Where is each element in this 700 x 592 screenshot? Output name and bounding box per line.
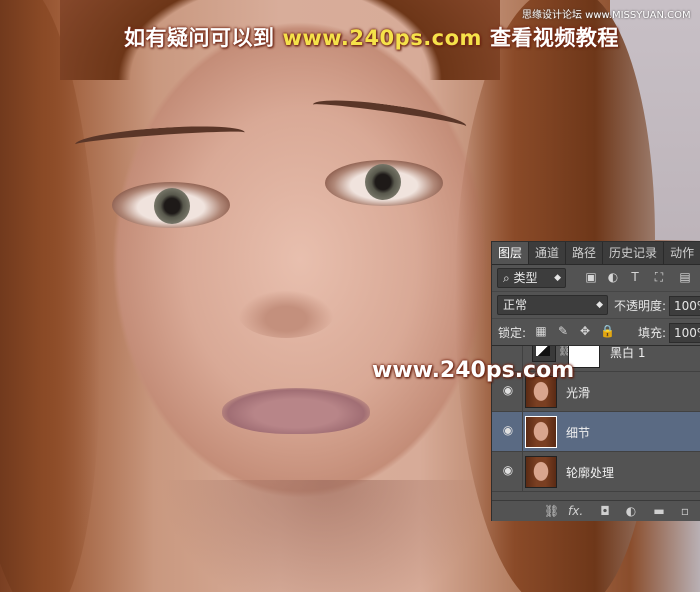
image-filter-icon[interactable]: ▣ xyxy=(584,270,598,284)
eye-icon: ◉ xyxy=(502,423,514,437)
tab-history[interactable]: 历史记录 xyxy=(603,242,665,264)
adjustment-icon[interactable]: ◐ xyxy=(624,504,638,518)
filter-kind-select[interactable]: ⌕ 类型 ◆ xyxy=(497,268,566,288)
adjustment-filter-icon[interactable]: ◐ xyxy=(606,270,620,284)
lock-transparent-icon[interactable]: ▦ xyxy=(534,324,548,338)
layer-row[interactable]: ◉ 轮廓处理 xyxy=(492,452,700,492)
layer-name: 细节 xyxy=(566,426,591,440)
smart-object-filter-icon[interactable]: ▤ xyxy=(678,270,692,284)
opacity-field[interactable]: 100% xyxy=(669,296,700,316)
chevron-updown-icon: ◆ xyxy=(596,300,603,310)
filter-row: ⌕ 类型 ◆ ▣ ◐ T ⛶ ▤ xyxy=(492,265,700,291)
layer-row-selected[interactable]: ◉ 细节 xyxy=(492,412,700,452)
lock-move-icon[interactable]: ✥ xyxy=(578,324,592,338)
lock-label: 锁定: xyxy=(498,326,527,340)
layer-thumbnail xyxy=(525,456,557,488)
lock-all-icon[interactable]: 🔒 xyxy=(600,324,615,338)
chin-shadow xyxy=(160,480,490,592)
lock-brush-icon[interactable]: ✎ xyxy=(556,324,570,338)
layer-name: 轮廓处理 xyxy=(566,466,615,480)
layer-thumbnail xyxy=(525,416,557,448)
layer-name: 光滑 xyxy=(566,386,591,400)
visibility-toggle[interactable]: ◉ xyxy=(492,412,523,451)
layer-name: 黑白 1 xyxy=(610,346,646,360)
search-icon: ⌕ xyxy=(503,271,514,285)
tab-layers[interactable]: 图层 xyxy=(492,242,530,264)
filter-kind-value: 类型 xyxy=(513,271,538,285)
eye-icon: ◉ xyxy=(502,383,514,397)
fill-field[interactable]: 100% xyxy=(669,323,700,343)
panel-tabs: 图层 通道 路径 历史记录 动作 xyxy=(492,242,700,265)
tab-paths[interactable]: 路径 xyxy=(566,242,604,264)
tutorial-banner: 如有疑问可以到 www.240ps.com 查看视频教程 xyxy=(124,22,619,52)
tab-actions[interactable]: 动作 xyxy=(664,242,700,264)
iris xyxy=(365,164,401,200)
visibility-toggle[interactable]: ◉ xyxy=(492,452,523,491)
opacity-label: 不透明度: xyxy=(614,299,667,313)
shape-filter-icon[interactable]: ⛶ xyxy=(652,270,666,284)
blend-mode-select[interactable]: 正常 ◆ xyxy=(497,295,608,315)
lips xyxy=(222,388,370,434)
fx-icon[interactable]: fx. xyxy=(568,504,583,518)
hair-left xyxy=(0,0,100,592)
banner-url: www.240ps.com xyxy=(282,26,482,50)
chevron-updown-icon: ◆ xyxy=(554,273,561,283)
link-icon[interactable]: ⛓ xyxy=(544,504,559,518)
blend-row: 正常 ◆ 不透明度: 100% xyxy=(492,291,700,318)
blend-mode-value: 正常 xyxy=(503,298,528,312)
iris xyxy=(154,188,190,224)
eyebrow-right xyxy=(311,94,468,137)
lock-row: 锁定: ▦ ✎ ✥ 🔒 填充: 100% xyxy=(492,318,700,345)
type-filter-icon[interactable]: T xyxy=(628,270,642,284)
new-layer-icon[interactable]: ▫ xyxy=(678,504,692,518)
eye-left xyxy=(112,182,230,228)
nose xyxy=(238,290,334,338)
banner-left-text: 如有疑问可以到 xyxy=(124,26,275,50)
panel-bottom-bar: ⛓ fx. ◘ ◐ ▬ ▫ xyxy=(492,500,700,521)
tab-channels[interactable]: 通道 xyxy=(529,242,567,264)
eyebrow-left xyxy=(74,122,246,155)
banner-right-text: 查看视频教程 xyxy=(489,26,619,50)
eye-icon: ◉ xyxy=(502,463,514,477)
fill-label: 填充: xyxy=(638,326,667,340)
watermark-top-right: 思缘设计论坛 www.MISSYUAN.COM xyxy=(522,10,691,21)
watermark-center: www.240ps.com xyxy=(372,358,575,383)
folder-icon[interactable]: ▬ xyxy=(652,504,666,518)
eye-right xyxy=(325,160,443,206)
mask-icon[interactable]: ◘ xyxy=(598,504,612,518)
